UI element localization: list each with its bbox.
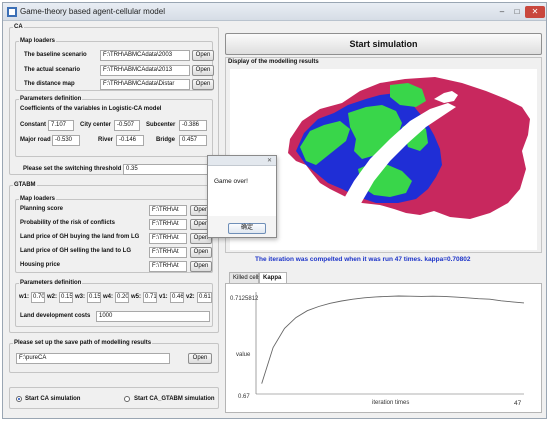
kappa-series-line [261,295,525,384]
bridge-label: Bridge [156,137,176,143]
app-window: Game-theory based agent-cellular model –… [2,2,547,419]
baseline-path-field[interactable]: F:\TRH\ABMCAdata\2003 [100,50,190,61]
y-min-label: 0.67 [238,394,250,400]
title-bar: Game-theory based agent-cellular model –… [3,3,546,21]
w1-label: w1: [19,294,30,300]
constant-field[interactable]: 7.107 [48,120,74,131]
y-axis-title: value [236,352,251,358]
housing-path-field[interactable]: F:\TRH\At [149,261,187,272]
gtabm-group-title: GTABM [13,182,37,188]
minimize-button[interactable]: – [495,6,509,18]
dialog-body: Game over! [208,166,276,216]
dialog-close-button[interactable]: ✕ [267,156,272,166]
x-axis-title: iteration times [372,400,409,406]
buying-path-field[interactable]: F:\TRH\At [149,233,187,244]
ca-map-loaders-title: Map loaders [19,38,57,44]
baseline-open-button[interactable]: Open [192,50,214,61]
close-button[interactable]: ✕ [525,6,545,18]
ca-parameters: Parameters definition Coefficients of th… [15,96,213,157]
actual-path-field[interactable]: F:\TRH\ABMCAdata\2013 [100,65,190,76]
window-title: Game-theory based agent-cellular model [20,7,165,16]
w3-field[interactable]: 0.15 [87,292,101,303]
major-road-field[interactable]: -0.530 [52,135,80,146]
kappa-chart-panel: 0.7125812 0.67 value iteration times 47 [225,283,542,413]
costs-field[interactable]: 1000 [96,311,210,322]
w1-field[interactable]: 0.70 [31,292,45,303]
w3-label: w3: [75,294,86,300]
city-center-label: City center [80,122,112,128]
selling-path-field[interactable]: F:\TRH\At [149,247,187,258]
ca-group-title: CA [13,24,24,30]
actual-label: The actual scenario [24,67,81,73]
selling-open-button[interactable]: Open [190,247,212,258]
v1-field[interactable]: 0.46 [170,292,184,303]
v1-label: v1: [159,294,168,300]
gtabm-parameters: Parameters definition w1: 0.70 w2: 0.15 … [15,280,213,327]
coefficients-subtitle: Coefficients of the variables in Logisti… [20,106,162,112]
gtabm-map-loaders: Map loaders Planning score F:\TRH\At Ope… [15,196,213,273]
dialog-message: Game over! [214,178,248,185]
maximize-button[interactable]: □ [510,6,524,18]
river-label: River [98,137,114,143]
distance-path-field[interactable]: F:\TRH\ABMCAdata\Distar [100,79,190,90]
dialog-ok-button[interactable]: 确定 [228,223,266,234]
ca-gtabm-mode-radio[interactable] [124,396,130,402]
gtabm-parameters-title: Parameters definition [19,280,83,286]
housing-open-button[interactable]: Open [190,261,212,272]
app-icon [7,7,17,17]
housing-label: Housing price [20,262,61,268]
kappa-chart: 0.7125812 0.67 value iteration times 47 [230,292,525,407]
constant-label: Constant [20,122,46,128]
selling-label: Land price of GH selling the land to LG [20,248,132,254]
planning-label: Planning score [20,206,64,212]
save-path-title: Please set up the save path of modelling… [13,340,153,346]
distance-label: The distance map [24,81,75,87]
w2-field[interactable]: 0.15 [59,292,73,303]
ca-map-loaders: Map loaders The baseline scenario F:\TRH… [15,38,214,91]
distance-open-button[interactable]: Open [192,79,214,90]
subcenter-field[interactable]: -0.386 [179,120,207,131]
subcenter-label: Subcenter [146,122,176,128]
risk-label: Probability of the risk of conflicts [20,220,116,226]
w5-field[interactable]: 0.71 [143,292,157,303]
actual-open-button[interactable]: Open [192,65,214,76]
x-max-label: 47 [514,400,522,407]
w2-label: w2: [47,294,58,300]
display-title: Display of the modelling results [228,59,319,65]
game-over-dialog: ✕ Game over! 确定 [207,155,277,238]
bridge-field[interactable]: 0.457 [179,135,207,146]
buying-label: Land price of GH buying the land from LG [20,234,140,240]
save-open-button[interactable]: Open [188,353,212,364]
simulation-mode-group: Start CA simulation Start CA_GTABM simul… [9,387,219,409]
river-field[interactable]: -0.146 [116,135,144,146]
ca-mode-radio[interactable] [16,396,22,402]
ca-parameters-title: Parameters definition [19,96,83,102]
major-road-label: Major road [20,137,51,143]
status-message: The iteration was compelted when it was … [255,256,471,263]
w5-label: w5: [131,294,142,300]
w4-label: w4: [103,294,114,300]
save-path-field[interactable]: F:\pureCA [16,353,170,364]
ca-mode-label: Start CA simulation [25,396,81,402]
threshold-field[interactable]: 0.35 [123,164,211,175]
planning-path-field[interactable]: F:\TRH\At [149,205,187,216]
v2-field[interactable]: 0.61 [197,292,212,303]
risk-path-field[interactable]: F:\TRH\At [149,219,187,230]
baseline-label: The baseline scenario [24,52,87,58]
v2-label: v2: [186,294,195,300]
city-center-field[interactable]: -0.507 [114,120,140,131]
save-path-group: Please set up the save path of modelling… [9,340,219,373]
w4-field[interactable]: 0.20 [115,292,129,303]
y-max-label: 0.7125812 [230,296,259,302]
costs-label: Land development costs [20,313,91,319]
dialog-title-bar: ✕ [208,156,276,166]
ca-gtabm-mode-label: Start CA_GTABM simulation [134,396,215,402]
gtabm-map-loaders-title: Map loaders [19,196,57,202]
start-simulation-button[interactable]: Start simulation [225,33,542,55]
threshold-label: Please set the switching threshold [23,166,122,172]
